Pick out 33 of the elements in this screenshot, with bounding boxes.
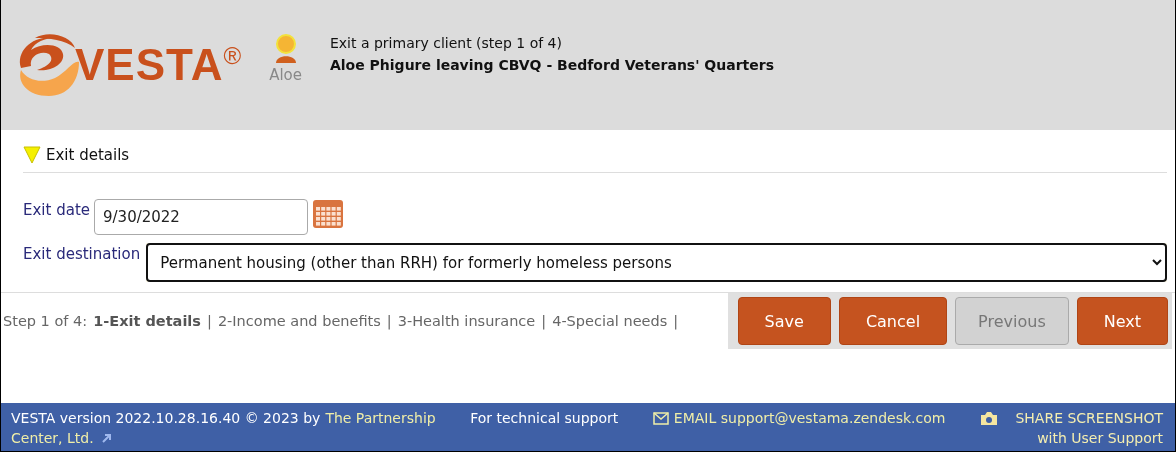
step-link[interactable]: 1-Exit details (93, 313, 201, 329)
envelope-icon (652, 412, 669, 425)
action-button[interactable]: Next (1076, 297, 1168, 345)
partner-link[interactable]: Center, Ltd. (11, 428, 94, 448)
client-name: Aloe (269, 66, 302, 84)
share-screenshot-link[interactable]: SHARE SCREENSHOT with User Support (1003, 408, 1163, 448)
page-subtitle: Aloe Phigure leaving CBVQ - Bedford Veterans' Quarters (329, 56, 774, 75)
step-counter: Step 1 of 4: (3, 313, 88, 329)
action-button[interactable]: Cancel (838, 297, 948, 345)
logo-wordmark: VESTA (75, 40, 224, 90)
support-text: For technical support (470, 409, 619, 428)
calendar-icon[interactable] (312, 199, 344, 229)
separator: | (386, 313, 392, 329)
step-link[interactable]: 2-Income and benefits (217, 313, 381, 329)
email-link[interactable]: EMAIL support@vestama.zendesk.com (673, 408, 946, 428)
separator: | (541, 313, 547, 329)
external-link-icon (101, 433, 112, 443)
expand-triangle-icon[interactable] (23, 146, 41, 164)
version-text: VESTA version 2022.10.28.16.40 © 2023 by (11, 409, 321, 428)
dropdown-field[interactable]: Permanent housing (other than RRH) for formerly homeless persons (146, 243, 1167, 282)
registered-mark: ® (223, 42, 242, 70)
step-link[interactable]: 4-Special needs (552, 313, 668, 329)
page-title: Exit a primary client (step 1 of 4) (329, 34, 563, 53)
field-label: Exit destination (23, 244, 141, 263)
separator: | (207, 313, 212, 329)
separator: | (673, 313, 679, 329)
partner-link[interactable]: The Partnership (325, 408, 436, 428)
camera-icon[interactable] (980, 411, 998, 426)
step-link[interactable]: 3-Health insurance (397, 313, 536, 329)
field-label: Exit date (23, 200, 90, 219)
section-title: Exit details (46, 146, 130, 164)
action-button[interactable]: Save (737, 297, 831, 345)
date-field[interactable]: 9/30/2022 (94, 199, 308, 235)
